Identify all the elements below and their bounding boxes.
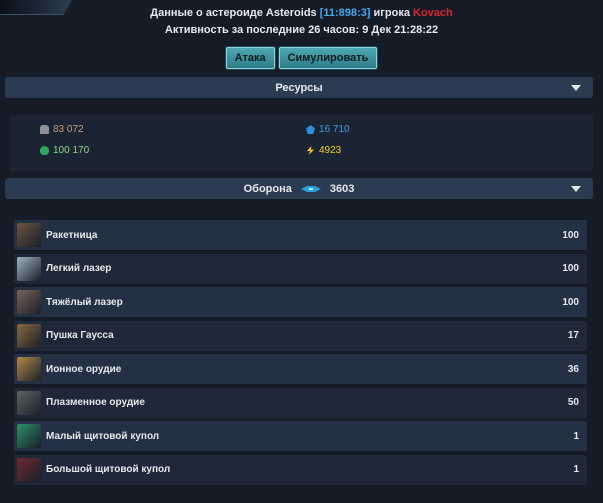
defense-count: 17 bbox=[567, 330, 579, 341]
defense-thumbnail[interactable] bbox=[17, 290, 41, 314]
defense-row[interactable]: Легкий лазер 100 bbox=[14, 253, 587, 284]
crystal-amount: 16 710 bbox=[306, 124, 350, 135]
defense-count: 50 bbox=[567, 397, 579, 408]
chevron-down-icon[interactable] bbox=[571, 186, 581, 192]
energy-icon bbox=[306, 146, 315, 155]
metal-amount: 83 072 bbox=[40, 124, 84, 135]
defense-name[interactable]: Легкий лазер bbox=[46, 263, 111, 274]
defense-thumbnail[interactable] bbox=[17, 357, 41, 381]
defense-name[interactable]: Большой щитовой купол bbox=[46, 464, 170, 475]
resources-panel: 83 072 16 710 100 170 4923 bbox=[10, 115, 593, 171]
crystal-icon bbox=[306, 125, 315, 134]
coords-link[interactable]: [11:898:3] bbox=[320, 7, 371, 19]
asteroid-label: Данные о астероиде Asteroids bbox=[150, 7, 317, 19]
defense-row[interactable]: Ракетница 100 bbox=[14, 220, 587, 250]
defense-row[interactable]: Пушка Гаусса 17 bbox=[14, 320, 587, 351]
defense-count: 100 bbox=[562, 229, 579, 241]
defense-row[interactable]: Малый щитовой купол 1 bbox=[14, 421, 587, 451]
action-buttons: Атака Симулировать bbox=[0, 47, 603, 69]
defense-name[interactable]: Тяжёлый лазер bbox=[46, 297, 123, 308]
defense-thumbnail[interactable] bbox=[17, 256, 41, 281]
defense-title: Оборона bbox=[243, 182, 292, 195]
activity-line: Активность за последние 26 часов: 9 Дек … bbox=[164, 24, 439, 36]
defense-count: 100 bbox=[562, 263, 579, 274]
defense-name[interactable]: Ионное орудие bbox=[46, 364, 121, 375]
crystal-value: 16 710 bbox=[319, 124, 350, 135]
defense-row[interactable]: Плазменное орудие 50 bbox=[14, 387, 587, 418]
asteroid-info-title: Данные о астероиде Asteroids [11:898:3] … bbox=[0, 7, 603, 19]
defense-total: 3603 bbox=[329, 182, 355, 195]
energy-value: 4923 bbox=[319, 145, 342, 156]
defense-thumbnail[interactable] bbox=[17, 323, 41, 348]
resources-section-header[interactable]: Ресурсы bbox=[5, 77, 593, 98]
simulate-button[interactable]: Симулировать bbox=[278, 47, 378, 69]
metal-value: 83 072 bbox=[53, 124, 84, 135]
defense-row[interactable]: Тяжёлый лазер 100 bbox=[14, 287, 587, 317]
defense-count: 36 bbox=[567, 363, 579, 375]
defense-name[interactable]: Ракетница bbox=[46, 230, 97, 241]
defense-count: 1 bbox=[573, 464, 579, 475]
defense-thumbnail[interactable] bbox=[17, 390, 41, 415]
deuterium-amount: 100 170 bbox=[40, 145, 89, 156]
deuterium-icon bbox=[40, 146, 49, 155]
defense-name[interactable]: Малый щитовой купол bbox=[46, 431, 159, 442]
defense-thumbnail[interactable] bbox=[17, 424, 41, 448]
player-label: игрока bbox=[373, 7, 410, 19]
resources-title: Ресурсы bbox=[275, 81, 323, 94]
defense-thumbnail[interactable] bbox=[17, 457, 41, 482]
player-name-link[interactable]: Kovach bbox=[413, 7, 453, 19]
defense-ship-icon bbox=[300, 185, 321, 192]
defense-thumbnail[interactable] bbox=[17, 223, 41, 247]
energy-amount: 4923 bbox=[306, 145, 341, 156]
defense-title-group: Оборона 3603 bbox=[244, 183, 355, 195]
attack-button[interactable]: Атака bbox=[225, 47, 275, 69]
chevron-down-icon[interactable] bbox=[571, 85, 581, 91]
defense-row[interactable]: Большой щитовой купол 1 bbox=[14, 454, 587, 485]
deuterium-value: 100 170 bbox=[53, 145, 90, 156]
defense-count: 1 bbox=[573, 430, 579, 442]
defense-name[interactable]: Плазменное орудие bbox=[46, 397, 145, 408]
defense-list: Ракетница 100 Легкий лазер 100 Тяжёлый лазер… bbox=[14, 220, 587, 488]
defense-count: 100 bbox=[562, 296, 579, 308]
metal-icon bbox=[40, 125, 49, 134]
defense-name[interactable]: Пушка Гаусса bbox=[46, 330, 114, 341]
defense-section-header[interactable]: Оборона 3603 bbox=[5, 178, 593, 199]
defense-row[interactable]: Ионное орудие 36 bbox=[14, 354, 587, 384]
